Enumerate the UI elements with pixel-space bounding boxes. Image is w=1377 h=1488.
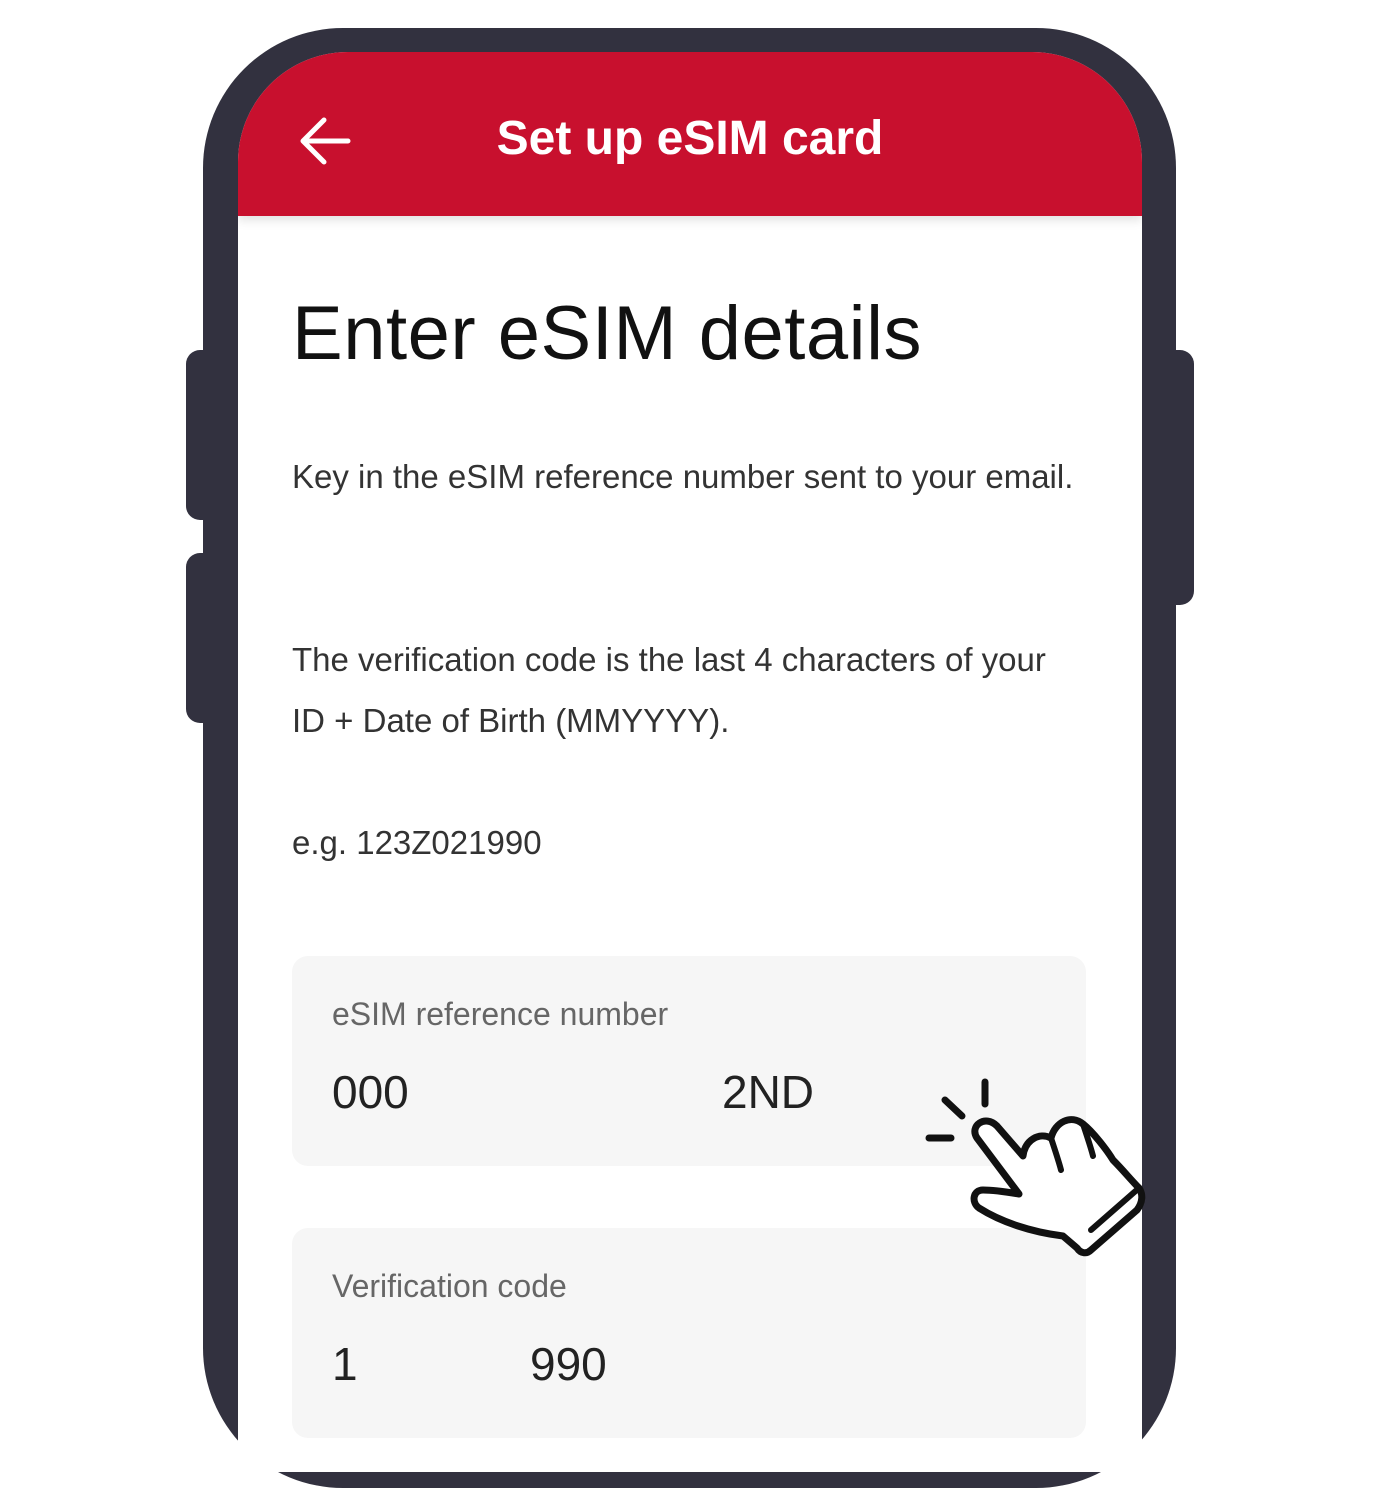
example-text: e.g. 123Z021990 — [292, 824, 542, 861]
app-header: Set up eSIM card — [238, 52, 1142, 216]
instruction-verification: The verification code is the last 4 char… — [292, 641, 1046, 739]
reference-number-value-start: 000 — [332, 1066, 409, 1118]
header-title: Set up eSIM card — [496, 112, 884, 165]
reference-number-value-end: 2ND — [722, 1066, 815, 1118]
reference-number-label: eSIM reference number — [332, 996, 669, 1032]
page-title: Enter eSIM details — [292, 291, 922, 376]
verification-code-value-end: 990 — [530, 1338, 607, 1390]
instruction-reference: Key in the eSIM reference number sent to… — [292, 458, 1074, 495]
verification-code-value-start: 1 — [332, 1338, 358, 1390]
tap-hand-icon — [925, 1078, 1146, 1257]
verification-code-label: Verification code — [332, 1268, 567, 1304]
